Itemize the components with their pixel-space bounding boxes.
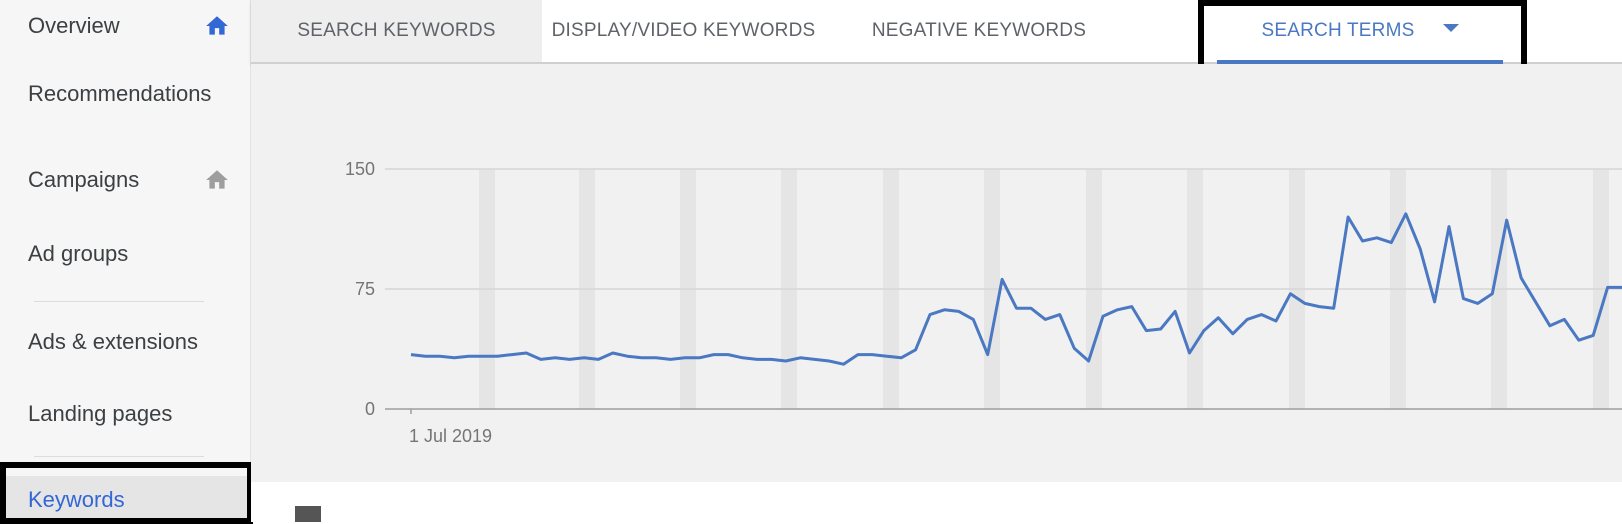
sidebar-item-ads-extensions[interactable]: Ads & extensions: [0, 318, 250, 366]
sidebar-item-landing-pages[interactable]: Landing pages: [0, 390, 250, 438]
sidebar-item-label: Keywords: [28, 487, 125, 512]
home-icon: [204, 167, 230, 193]
tab-bar: SEARCH KEYWORDS DISPLAY/VIDEO KEYWORDS N…: [251, 0, 1622, 64]
y-tick-label: 75: [355, 279, 375, 299]
table-area: [251, 482, 1622, 522]
tab-label: SEARCH TERMS: [1261, 20, 1415, 41]
sidebar-item-campaigns[interactable]: Campaigns: [0, 156, 250, 204]
chevron-down-icon[interactable]: [1442, 24, 1459, 32]
sidebar-divider: [34, 301, 204, 302]
sidebar-item-label: Ads & extensions: [28, 329, 198, 354]
tab-label: SEARCH KEYWORDS: [297, 20, 496, 41]
sidebar-item-keywords[interactable]: Keywords: [0, 476, 250, 524]
filter-icon[interactable]: [295, 506, 321, 522]
sidebar-item-overview[interactable]: Overview: [0, 2, 250, 50]
tab-display-video-keywords[interactable]: DISPLAY/VIDEO KEYWORDS: [542, 0, 825, 62]
sidebar-item-ad-groups[interactable]: Ad groups: [0, 230, 250, 278]
tab-label: NEGATIVE KEYWORDS: [871, 20, 1087, 41]
sidebar-item-recommendations[interactable]: Recommendations: [0, 70, 250, 118]
home-icon: [204, 13, 230, 39]
sidebar-divider: [34, 456, 204, 457]
x-tick-label: 1 Jul 2019: [409, 426, 492, 446]
tab-label: DISPLAY/VIDEO KEYWORDS: [551, 20, 816, 41]
sidebar: Overview Recommendations Campaigns Ad gr…: [0, 0, 251, 524]
sidebar-item-label: Recommendations: [28, 81, 212, 106]
tab-negative-keywords[interactable]: NEGATIVE KEYWORDS: [834, 0, 1124, 62]
y-tick-label: 0: [365, 399, 375, 419]
line-chart: 0 75 150 1 Jul 2019: [345, 159, 1622, 446]
sidebar-item-label: Landing pages: [28, 401, 173, 426]
performance-chart: 0 75 150 1 Jul 2019: [251, 64, 1622, 482]
tab-search-terms[interactable]: SEARCH TERMS: [1217, 0, 1503, 64]
tab-search-keywords[interactable]: SEARCH KEYWORDS: [251, 0, 542, 62]
sidebar-item-label: Overview: [28, 13, 120, 38]
sidebar-item-label: Ad groups: [28, 241, 129, 266]
y-tick-label: 150: [345, 159, 375, 179]
sidebar-item-label: Campaigns: [28, 167, 140, 192]
